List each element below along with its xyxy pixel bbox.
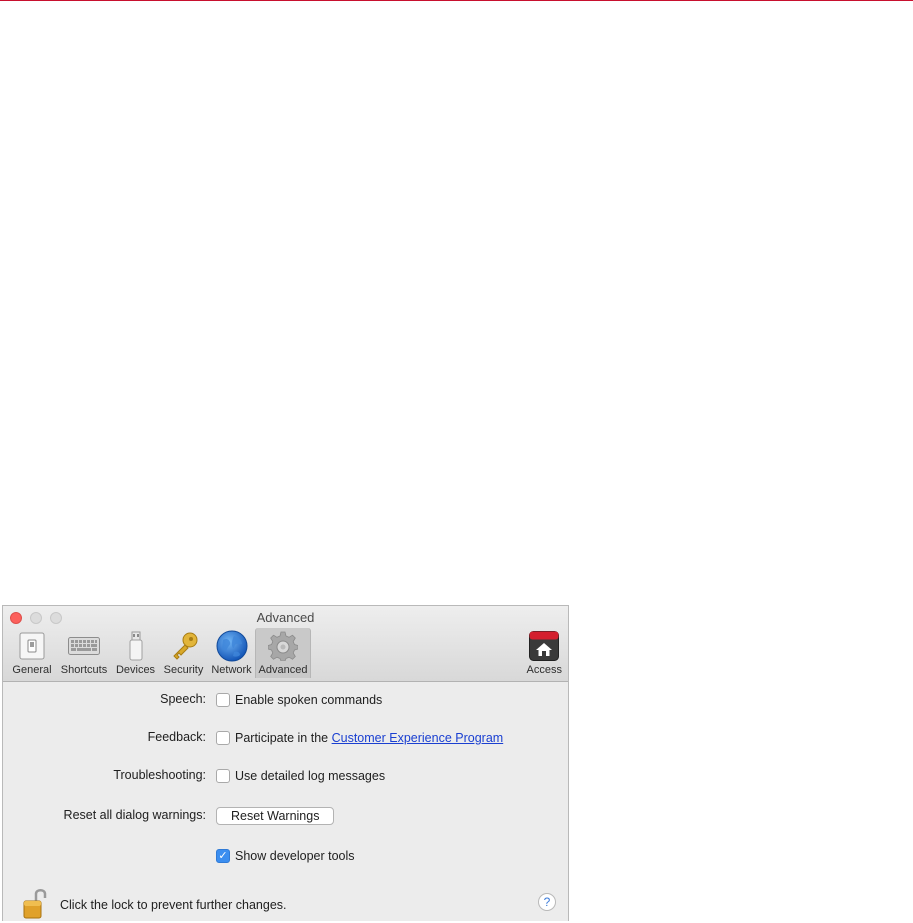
globe-icon — [216, 630, 248, 662]
keyboard-icon — [68, 630, 100, 662]
reset-warnings-button[interactable]: Reset Warnings — [216, 807, 335, 825]
tab-security-label: Security — [163, 664, 204, 676]
parallels-access-icon — [528, 630, 560, 662]
window-title: Advanced — [256, 610, 315, 625]
tab-access-label: Access — [526, 664, 562, 676]
feedback-checkbox[interactable] — [216, 731, 230, 745]
devices-icon — [120, 630, 152, 662]
troubleshooting-option-label: Use detailed log messages — [235, 769, 386, 783]
help-icon[interactable]: ? — [538, 893, 556, 911]
speech-label: Speech: — [160, 692, 206, 706]
preferences-toolbar: General Shortcuts Devices Security Netwo… — [8, 628, 311, 678]
preferences-window: Advanced General Shortcuts Devices Secur… — [2, 605, 569, 921]
feedback-row: Feedback: Participate in the Customer Ex… — [3, 728, 568, 748]
tab-general[interactable]: General — [8, 628, 56, 678]
top-accent-rule — [0, 0, 913, 1]
reset-warnings-label: Reset all dialog warnings: — [63, 808, 206, 822]
window-titlebar: Advanced General Shortcuts Devices Secur… — [3, 606, 568, 682]
tab-security[interactable]: Security — [159, 628, 208, 678]
tab-advanced-label: Advanced — [258, 664, 308, 676]
tab-devices-label: Devices — [115, 664, 156, 676]
speech-row: Speech: Enable spoken commands — [3, 690, 568, 710]
tab-network[interactable]: Network — [208, 628, 255, 678]
developer-tools-checkbox[interactable]: ✓ — [216, 849, 230, 863]
tab-access[interactable]: Access — [527, 628, 562, 678]
feedback-option-label: Participate in the — [235, 731, 329, 745]
feedback-label: Feedback: — [147, 730, 206, 744]
developer-tools-label: Show developer tools — [235, 849, 355, 863]
troubleshooting-checkbox[interactable] — [216, 769, 230, 783]
speech-checkbox[interactable] — [216, 693, 230, 707]
lock-message: Click the lock to prevent further change… — [60, 898, 287, 912]
general-icon — [16, 630, 48, 662]
advanced-settings-pane: Speech: Enable spoken commands Feedback:… — [3, 682, 568, 922]
lock-open-icon[interactable] — [23, 886, 47, 920]
page: Advanced General Shortcuts Devices Secur… — [0, 0, 913, 923]
tab-shortcuts[interactable]: Shortcuts — [56, 628, 112, 678]
reset-warnings-row: Reset all dialog warnings: Reset Warning… — [3, 806, 568, 826]
footer: Click the lock to prevent further change… — [3, 882, 568, 922]
tab-network-label: Network — [211, 664, 252, 676]
troubleshooting-label: Troubleshooting: — [113, 768, 206, 782]
tab-devices[interactable]: Devices — [112, 628, 159, 678]
tab-shortcuts-label: Shortcuts — [60, 664, 108, 676]
troubleshooting-row: Troubleshooting: Use detailed log messag… — [3, 766, 568, 786]
tab-general-label: General — [12, 664, 52, 676]
developer-tools-row: ✓ Show developer tools — [3, 846, 568, 866]
customer-experience-program-link[interactable]: Customer Experience Program — [332, 731, 504, 745]
gear-icon — [267, 630, 299, 662]
speech-option-label: Enable spoken commands — [235, 693, 383, 707]
tab-advanced[interactable]: Advanced — [255, 628, 311, 678]
key-icon — [168, 630, 200, 662]
